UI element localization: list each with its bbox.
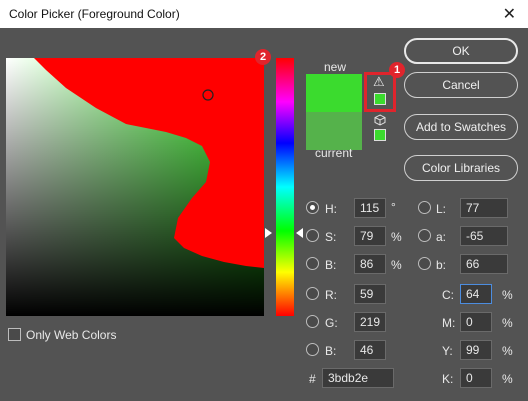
magenta-input[interactable]: 0 xyxy=(460,312,492,332)
current-label: current xyxy=(315,146,353,160)
a-channel-label: a: xyxy=(436,230,447,244)
green-radio[interactable] xyxy=(306,315,319,328)
magenta-label: M: xyxy=(442,316,456,330)
green-input[interactable]: 219 xyxy=(354,312,386,332)
color-libraries-button[interactable]: Color Libraries xyxy=(404,155,518,181)
hex-input[interactable]: 3bdb2e xyxy=(322,368,394,388)
new-color-swatch xyxy=(306,74,362,112)
blue-radio[interactable] xyxy=(306,343,319,356)
hue-slider-left-arrow[interactable] xyxy=(265,228,272,238)
web-safe-color-swatch[interactable] xyxy=(374,129,386,141)
hue-input[interactable]: 115 xyxy=(354,198,386,218)
color-field[interactable] xyxy=(6,58,264,316)
new-label: new xyxy=(324,60,347,74)
cyan-unit: % xyxy=(502,288,513,302)
gamut-warning-icon[interactable]: ⚠ xyxy=(373,74,385,90)
lightness-radio[interactable] xyxy=(418,201,431,214)
annotation-badge-1: 1 xyxy=(389,62,405,78)
brightness-input[interactable]: 86 xyxy=(354,254,386,274)
yellow-unit: % xyxy=(502,344,513,358)
only-web-colors-checkbox[interactable] xyxy=(8,328,21,341)
hue-unit: ° xyxy=(391,200,396,214)
lightness-input[interactable]: 77 xyxy=(460,198,508,218)
saturation-unit: % xyxy=(391,230,402,244)
b-channel-label: b: xyxy=(436,258,447,272)
web-safe-cube-icon[interactable] xyxy=(374,114,386,126)
brightness-label: B: xyxy=(325,258,337,272)
yellow-input[interactable]: 99 xyxy=(460,340,492,360)
lightness-label: L: xyxy=(436,202,447,216)
hue-label: H: xyxy=(325,202,337,216)
window-title: Color Picker (Foreground Color) xyxy=(9,7,180,21)
color-field-gradient xyxy=(6,58,264,316)
hue-slider-right-arrow[interactable] xyxy=(296,228,303,238)
saturation-input[interactable]: 79 xyxy=(354,226,386,246)
annotation-badge-2: 2 xyxy=(255,49,271,65)
blue-label: B: xyxy=(325,344,337,358)
saturation-radio[interactable] xyxy=(306,229,319,242)
b-channel-radio[interactable] xyxy=(418,257,431,270)
black-label: K: xyxy=(442,372,454,386)
cyan-input[interactable]: 64 xyxy=(460,284,492,304)
cyan-label: C: xyxy=(442,288,454,302)
add-to-swatches-button[interactable]: Add to Swatches xyxy=(404,114,518,140)
gamut-correct-color-swatch[interactable] xyxy=(374,93,386,105)
b-channel-input[interactable]: 66 xyxy=(460,254,508,274)
red-input[interactable]: 59 xyxy=(354,284,386,304)
blue-input[interactable]: 46 xyxy=(354,340,386,360)
hex-label: # xyxy=(309,372,316,386)
red-label: R: xyxy=(325,288,337,302)
cancel-button[interactable]: Cancel xyxy=(404,72,518,98)
current-color-swatch[interactable] xyxy=(306,112,362,150)
brightness-radio[interactable] xyxy=(306,257,319,270)
close-icon[interactable]: ✕ xyxy=(503,4,516,24)
brightness-unit: % xyxy=(391,258,402,272)
yellow-label: Y: xyxy=(442,344,453,358)
ok-button[interactable]: OK xyxy=(404,38,518,64)
a-channel-input[interactable]: -65 xyxy=(460,226,508,246)
black-input[interactable]: 0 xyxy=(460,368,492,388)
red-radio[interactable] xyxy=(306,287,319,300)
saturation-label: S: xyxy=(325,230,337,244)
green-label: G: xyxy=(325,316,338,330)
title-bar: Color Picker (Foreground Color) ✕ xyxy=(0,0,528,28)
magenta-unit: % xyxy=(502,316,513,330)
black-unit: % xyxy=(502,372,513,386)
only-web-colors-label: Only Web Colors xyxy=(26,328,117,342)
hue-slider[interactable] xyxy=(276,58,294,316)
hue-radio[interactable] xyxy=(306,201,319,214)
a-channel-radio[interactable] xyxy=(418,229,431,242)
